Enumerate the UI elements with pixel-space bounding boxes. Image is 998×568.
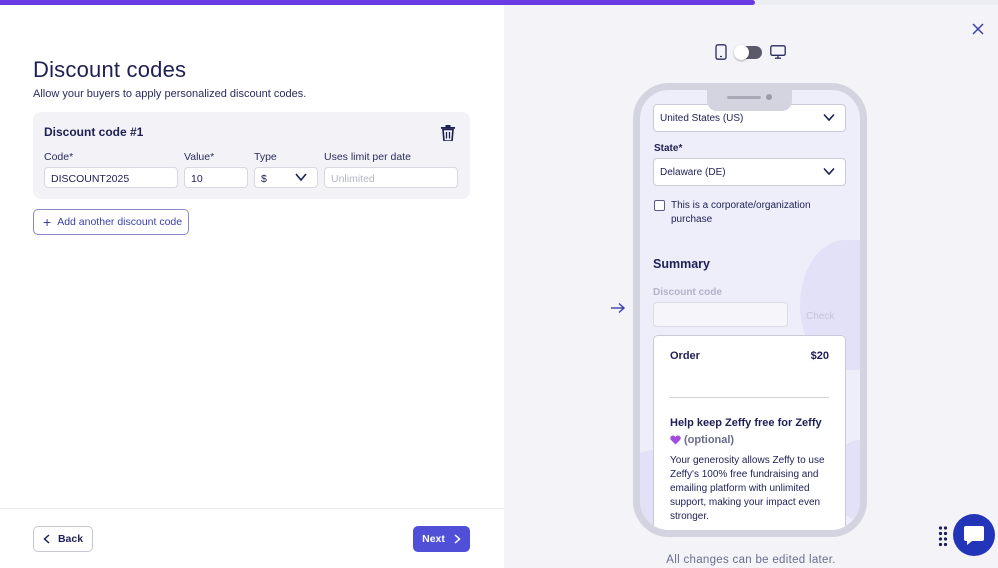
type-label: Type <box>254 151 277 163</box>
trash-icon[interactable] <box>441 125 455 141</box>
chevron-down-icon <box>823 113 835 122</box>
optional-line: (optional) <box>670 434 734 446</box>
page-subtitle: Allow your buyers to apply personalized … <box>33 88 307 100</box>
chevron-right-icon <box>454 534 461 544</box>
chat-button[interactable] <box>953 514 995 556</box>
discount-code-card: Discount code #1 Code* DISCOUNT2025 Valu… <box>33 112 470 199</box>
state-label: State* <box>654 143 683 154</box>
corporate-checkbox-label: This is a corporate/organization purchas… <box>671 200 811 225</box>
state-select[interactable]: Delaware (DE) <box>653 158 846 186</box>
corporate-checkbox[interactable] <box>654 200 665 211</box>
plus-icon: + <box>43 214 52 230</box>
type-select-value: $ <box>261 173 267 185</box>
order-divider <box>670 397 829 398</box>
state-value: Delaware (DE) <box>660 167 726 178</box>
mobile-icon[interactable] <box>715 44 727 60</box>
order-amount: $20 <box>810 350 829 362</box>
check-button[interactable]: Check <box>806 311 834 322</box>
add-discount-code-label: Add another discount code <box>57 216 183 228</box>
discount-code-title: Discount code #1 <box>44 125 144 139</box>
editor-panel: Discount codes Allow your buyers to appl… <box>0 5 504 568</box>
add-discount-code-button[interactable]: + Add another discount code <box>33 209 189 235</box>
help-title: Help keep Zeffy free for Zeffy <box>670 417 822 429</box>
discount-code-input[interactable] <box>653 302 788 327</box>
close-icon[interactable] <box>971 22 985 36</box>
desktop-icon[interactable] <box>770 45 786 59</box>
uses-limit-label: Uses limit per date <box>324 151 411 163</box>
chevron-down-icon <box>823 167 835 176</box>
code-label: Code* <box>44 151 74 163</box>
value-label: Value* <box>184 151 215 163</box>
order-card: Order $20 Help keep Zeffy free for Zeffy… <box>653 335 846 530</box>
footer-divider <box>0 508 504 509</box>
heart-icon <box>670 435 681 445</box>
code-input[interactable]: DISCOUNT2025 <box>44 167 178 188</box>
help-body: Your generosity allows Zeffy to use Zeff… <box>670 455 825 522</box>
drag-handle-icon[interactable] <box>938 526 948 548</box>
type-select[interactable]: $ <box>254 167 318 188</box>
chevron-down-icon <box>295 173 307 182</box>
order-label: Order <box>670 350 700 362</box>
chevron-left-icon <box>43 534 50 544</box>
uses-limit-input[interactable]: Unlimited <box>324 167 458 188</box>
country-value: United States (US) <box>660 113 744 124</box>
next-button[interactable]: Next <box>413 526 470 552</box>
phone-speaker <box>727 96 761 99</box>
bottom-note: All changes can be edited later. <box>666 554 836 566</box>
back-label: Back <box>57 533 84 545</box>
discount-code-label: Discount code <box>653 287 722 298</box>
phone-preview: United States (US) State* Delaware (DE) … <box>633 83 867 537</box>
preview-panel: United States (US) State* Delaware (DE) … <box>504 5 998 568</box>
next-label: Next <box>422 533 445 545</box>
toggle-knob <box>734 45 749 60</box>
value-input[interactable]: 10 <box>184 167 248 188</box>
summary-title: Summary <box>653 257 710 271</box>
back-button[interactable]: Back <box>33 526 93 552</box>
preview-toggle[interactable] <box>734 45 762 60</box>
optional-label: (optional) <box>684 434 735 446</box>
phone-notch <box>707 90 792 111</box>
phone-camera <box>766 94 772 100</box>
chat-icon <box>964 526 984 545</box>
page-title: Discount codes <box>33 57 187 82</box>
arrow-right-icon <box>611 302 626 314</box>
